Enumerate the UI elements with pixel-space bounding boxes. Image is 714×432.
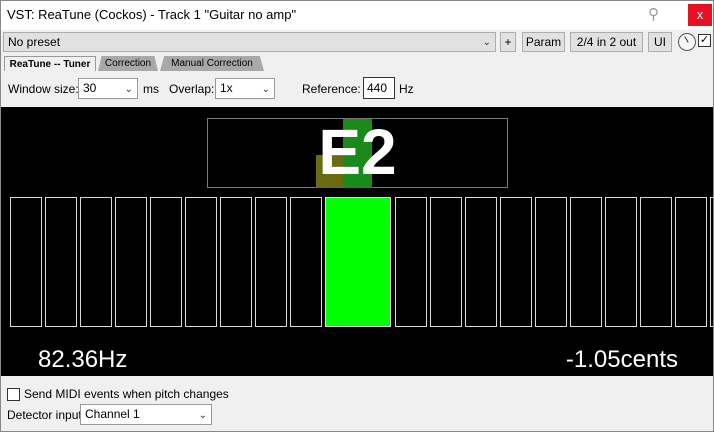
meter-cell [115,197,147,327]
meter-cell [150,197,182,327]
meter-cell [675,197,707,327]
meter-cell [10,197,42,327]
reference-unit: Hz [399,82,414,96]
detector-input-select[interactable]: Channel 1 ⌄ [80,404,212,425]
chevron-down-icon: ⌄ [124,84,133,95]
meter-cell [605,197,637,327]
pin-icon[interactable]: ⚲ [648,5,659,23]
meter-cell [290,197,322,327]
meter-cell [710,197,714,327]
chevron-down-icon: ⌄ [261,84,270,95]
meter-cell [185,197,217,327]
meter-cell [535,197,567,327]
window-size-unit: ms [143,82,159,96]
cents-readout: -1.05cents [565,346,678,373]
meter-cell [500,197,532,327]
meter-cell [395,197,427,327]
meter-cell-active [325,197,391,327]
ui-button[interactable]: UI [648,32,672,52]
chevron-down-icon: ⌄ [198,410,207,421]
overlap-label: Overlap: [169,82,215,96]
overlap-value: 1x [220,81,233,95]
meter-cell [640,197,672,327]
io-routing-button[interactable]: 2/4 in 2 out [570,32,643,52]
tab-tuner[interactable]: ReaTune -- Tuner [4,56,96,71]
chevron-down-icon: ⌄ [482,37,491,48]
window-title: VST: ReaTune (Cockos) - Track 1 "Guitar … [7,7,297,22]
detector-input-label: Detector input: [7,408,86,422]
overlap-select[interactable]: 1x ⌄ [215,78,275,99]
reference-input[interactable]: 440 [363,77,395,99]
close-button[interactable]: x [688,4,712,26]
window-size-label: Window size: [8,82,79,96]
send-midi-checkbox[interactable] [7,388,20,401]
meter-cell [80,197,112,327]
tab-correction[interactable]: Correction [98,56,158,71]
preset-dropdown[interactable]: No preset ⌄ [3,32,496,52]
meter-cell [255,197,287,327]
enable-checkbox[interactable]: ✓ [698,34,711,47]
meter-cell [570,197,602,327]
reference-label: Reference: [302,82,361,96]
window-size-select[interactable]: 30 ⌄ [78,78,138,99]
tab-manual-correction[interactable]: Manual Correction [160,56,264,71]
add-preset-button[interactable]: + [500,32,516,52]
frequency-readout: 82.36Hz [38,346,128,373]
detected-note: E2 [318,116,397,188]
meter-cell [45,197,77,327]
window-size-value: 30 [83,81,97,95]
meter-cell [465,197,497,327]
detector-input-value: Channel 1 [85,407,140,421]
param-button[interactable]: Param [522,32,565,52]
meter-cell [220,197,252,327]
send-midi-label[interactable]: Send MIDI events when pitch changes [24,387,229,401]
meter-cell [430,197,462,327]
preset-value: No preset [8,35,61,49]
